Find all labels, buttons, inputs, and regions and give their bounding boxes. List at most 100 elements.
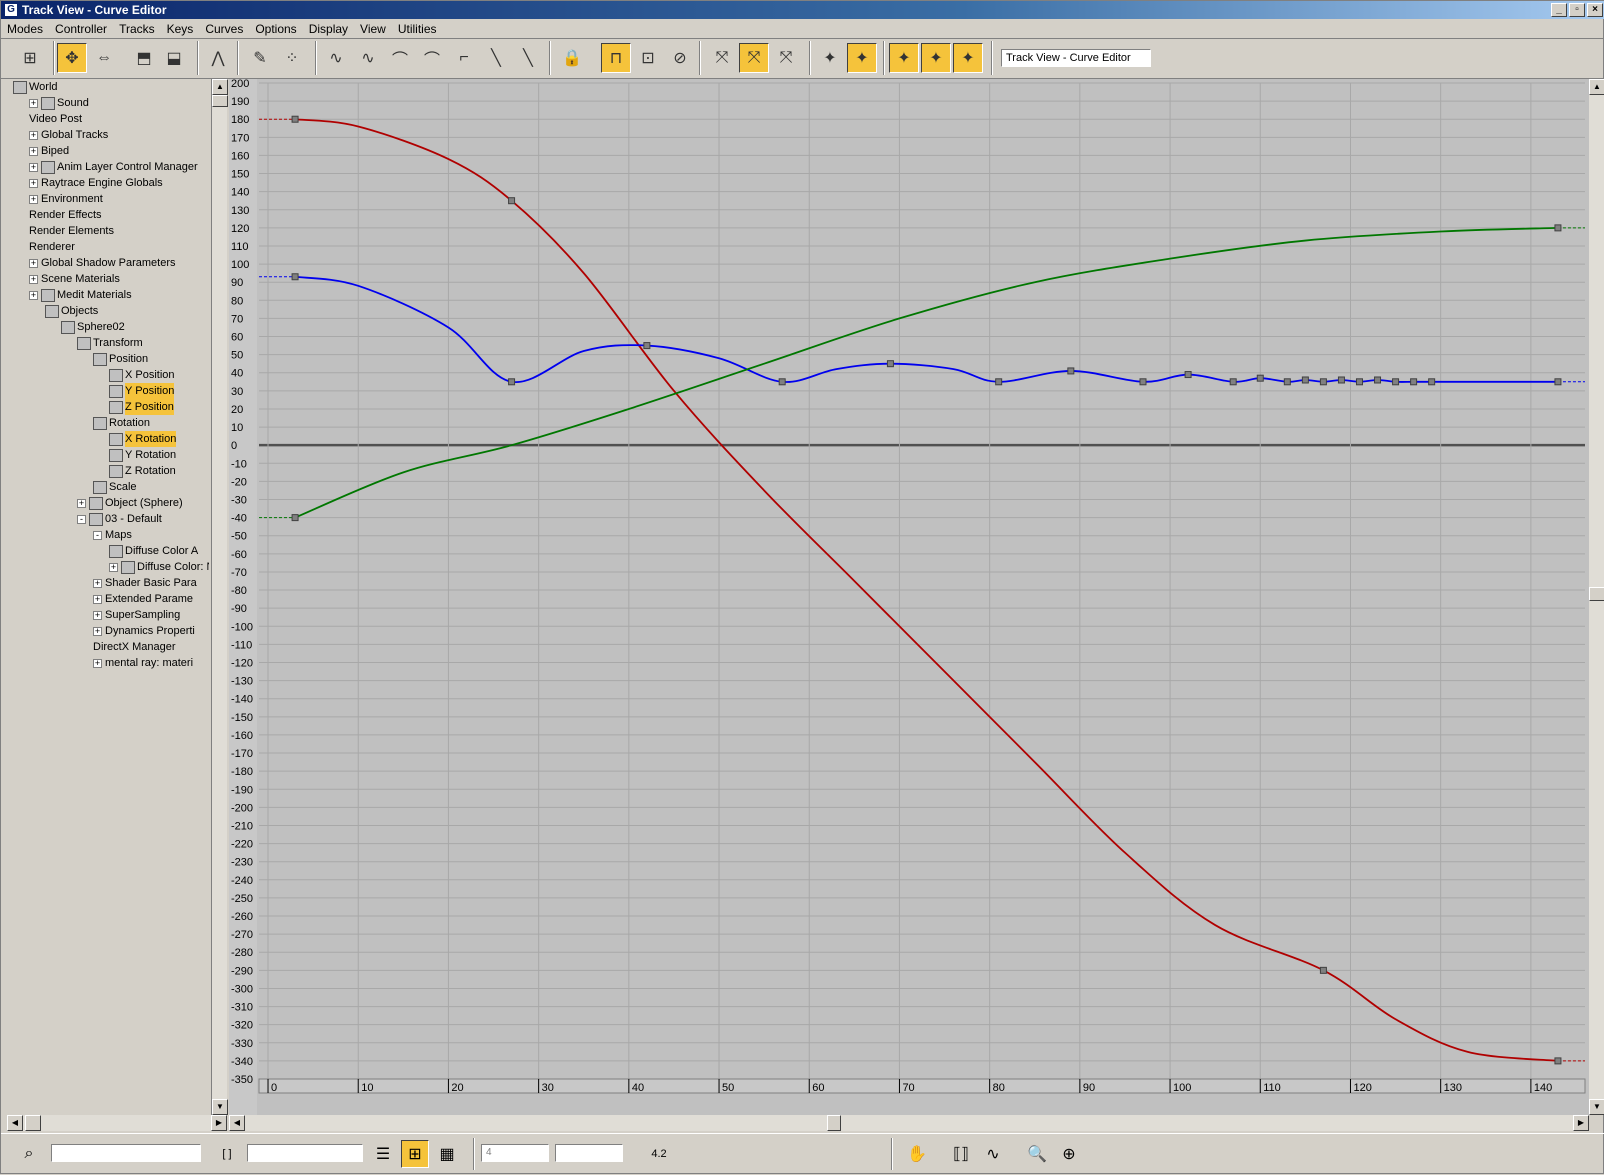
expand-icon[interactable]: + [29,290,38,300]
tangent-smooth-icon[interactable]: ╲ [513,43,543,73]
tree-item[interactable]: Render Elements [29,223,114,239]
expand-icon[interactable]: + [29,274,38,284]
tree-item[interactable]: + SuperSampling [93,607,180,623]
key-point[interactable] [1410,378,1418,386]
menu-modes[interactable]: Modes [1,22,49,36]
lock-tangents-icon[interactable]: 🔒 [557,43,587,73]
parameter-curve-icon[interactable]: ⊡ [633,43,663,73]
slide-keys-icon[interactable]: ⬒ [129,43,159,73]
tree-item[interactable]: Video Post [29,111,82,127]
scroll-thumb[interactable] [25,1115,41,1131]
tree-horizontal-scrollbar[interactable]: ◀ ▶ [7,1115,227,1131]
scroll-down-icon[interactable]: ▼ [1589,1099,1604,1115]
biped-y-icon[interactable]: ✦ [921,43,951,73]
expand-icon[interactable]: + [77,498,86,508]
biped-x-icon[interactable]: ✦ [889,43,919,73]
scroll-up-icon[interactable]: ▲ [212,79,228,95]
tree-item[interactable]: Z Rotation [109,463,176,479]
tangent-step-icon[interactable]: ⌐ [449,43,479,73]
tree-item[interactable]: Y Rotation [109,447,176,463]
tree-item[interactable]: + Dynamics Properti [93,623,195,639]
expand-icon[interactable]: + [29,178,38,188]
ease-curve-icon[interactable]: ⊘ [665,43,695,73]
tree-item[interactable]: Rotation [93,415,150,431]
track-select-dropdown[interactable] [247,1144,363,1162]
tree-item[interactable]: Objects [45,303,98,319]
move-horizontal-icon[interactable]: ⇔ [89,43,119,73]
key-point[interactable] [291,115,299,123]
expand-icon[interactable]: + [29,258,38,268]
key-point[interactable] [1392,378,1400,386]
selected-object-field[interactable] [51,1144,201,1162]
show-all-tangents-icon[interactable]: ⤧ [739,43,769,73]
reduce-keys-icon[interactable]: ⁘ [277,43,307,73]
key-point[interactable] [1355,378,1363,386]
key-point[interactable] [1428,378,1436,386]
key-point[interactable] [1319,378,1327,386]
key-point[interactable] [778,378,786,386]
biped-icon[interactable]: ✦ [815,43,845,73]
key-point[interactable] [995,378,1003,386]
draw-curves-icon[interactable]: ✎ [245,43,275,73]
tree-item[interactable]: + Global Tracks [29,127,108,143]
tree-item[interactable]: + Object (Sphere) [77,495,183,511]
biped-active-icon[interactable]: ✦ [847,43,877,73]
key-point[interactable] [508,378,516,386]
tangent-linear-icon[interactable]: ╲ [481,43,511,73]
menu-tracks[interactable]: Tracks [113,22,161,36]
menu-view[interactable]: View [354,22,392,36]
key-point[interactable] [1374,376,1382,384]
tree-item[interactable]: + Anim Layer Control Manager [29,159,198,175]
tree-item[interactable]: + Scene Materials [29,271,120,287]
tree-item[interactable]: - 03 - Default [77,511,162,527]
tree-item[interactable]: + Extended Parame [93,591,193,607]
scroll-thumb[interactable] [1589,587,1604,601]
expand-icon[interactable]: + [109,562,118,572]
key-point[interactable] [1184,371,1192,379]
lock-selection-icon[interactable]: ⤧ [771,43,801,73]
expand-icon[interactable]: + [29,162,38,172]
tree-item[interactable]: Position [93,351,148,367]
key-point[interactable] [1337,376,1345,384]
track-view-name-field[interactable]: Track View - Curve Editor [1001,49,1151,67]
scroll-thumb[interactable] [827,1115,841,1131]
tree-item[interactable]: + Global Shadow Parameters [29,255,176,271]
show-names-icon[interactable]: [ ] [213,1140,241,1168]
collapse-icon[interactable]: - [77,514,86,524]
expand-icon[interactable]: + [29,194,38,204]
key-point[interactable] [508,197,516,205]
tree-item[interactable]: World [13,79,58,95]
scroll-right-icon[interactable]: ▶ [1573,1115,1589,1131]
tree-item[interactable]: Transform [77,335,143,351]
filter-icon[interactable]: ☰ [369,1140,397,1168]
scroll-thumb[interactable] [212,95,228,107]
graph-horizontal-scrollbar[interactable]: ◀ ▶ [229,1115,1589,1131]
expand-icon[interactable]: + [93,594,102,604]
scroll-down-icon[interactable]: ▼ [212,1099,228,1115]
scroll-left-icon[interactable]: ◀ [7,1115,23,1131]
tree-item[interactable]: Diffuse Color A [109,543,198,559]
grid-icon[interactable]: ▦ [433,1140,461,1168]
tree-item[interactable]: + Biped [29,143,69,159]
expand-icon[interactable]: + [93,610,102,620]
minimize-button[interactable]: _ [1551,3,1567,17]
graph-vertical-scrollbar[interactable]: ▲ ▼ [1589,79,1604,1115]
expand-icon[interactable]: + [93,578,102,588]
expand-icon[interactable]: + [29,146,38,156]
biped-z-icon[interactable]: ✦ [953,43,983,73]
tree-item[interactable]: Scale [93,479,137,495]
tangent-slow-icon[interactable]: ⌒ [417,43,447,73]
key-point[interactable] [291,514,299,522]
key-point[interactable] [1301,376,1309,384]
tree-item[interactable]: Y Position [109,383,175,399]
key-point[interactable] [1139,378,1147,386]
key-point[interactable] [1229,378,1237,386]
maximize-button[interactable]: ▫ [1569,3,1585,17]
expand-icon[interactable]: + [93,626,102,636]
zoom-icon[interactable]: 🔍 [1023,1140,1051,1168]
isolate-icon[interactable]: ⊞ [401,1140,429,1168]
zoom-horizontal-extents-icon[interactable]: ⟦⟧ [947,1140,975,1168]
tree-item[interactable]: + Sound [29,95,89,111]
tangent-auto-icon[interactable]: ∿ [321,43,351,73]
zoom-selected-icon[interactable]: ⌕ [15,1140,43,1168]
